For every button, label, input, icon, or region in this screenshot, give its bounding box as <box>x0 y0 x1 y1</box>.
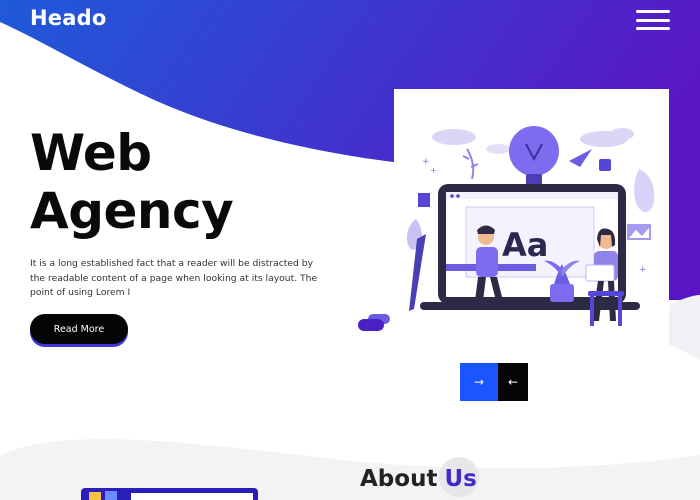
svg-text:+: + <box>639 265 647 275</box>
decorative-pills <box>358 314 390 331</box>
svg-text:+: + <box>430 166 437 175</box>
menu-bar <box>636 27 670 30</box>
hero-paragraph: It is a long established fact that a rea… <box>30 258 318 298</box>
preview-badge <box>89 492 101 500</box>
slider-next-button[interactable]: → <box>460 363 498 401</box>
hero-illustration: + + + Aa <box>394 89 669 345</box>
brand-logo[interactable]: Heado <box>30 6 106 30</box>
preview-screen <box>131 493 253 500</box>
menu-bar <box>636 18 670 22</box>
slider-prev-button[interactable]: ← <box>498 363 528 401</box>
hero-title: Web Agency <box>30 124 234 240</box>
hero-title-line-1: Web <box>30 124 152 182</box>
web-design-illustration: + + + Aa <box>406 126 655 326</box>
about-heading-word: About <box>360 466 438 492</box>
hero-title-line-2: Agency <box>30 182 234 240</box>
about-heading-accent: Us <box>444 466 477 492</box>
svg-text:Aa: Aa <box>502 226 548 264</box>
menu-bar <box>636 10 670 13</box>
about-heading: About Us <box>360 457 480 497</box>
about-heading-accent-wrap: Us <box>439 457 480 497</box>
about-image-preview <box>81 488 258 500</box>
svg-text:+: + <box>422 157 430 167</box>
preview-badge <box>105 491 117 500</box>
read-more-button[interactable]: Read More <box>30 314 128 344</box>
hamburger-menu-icon[interactable] <box>636 10 670 30</box>
